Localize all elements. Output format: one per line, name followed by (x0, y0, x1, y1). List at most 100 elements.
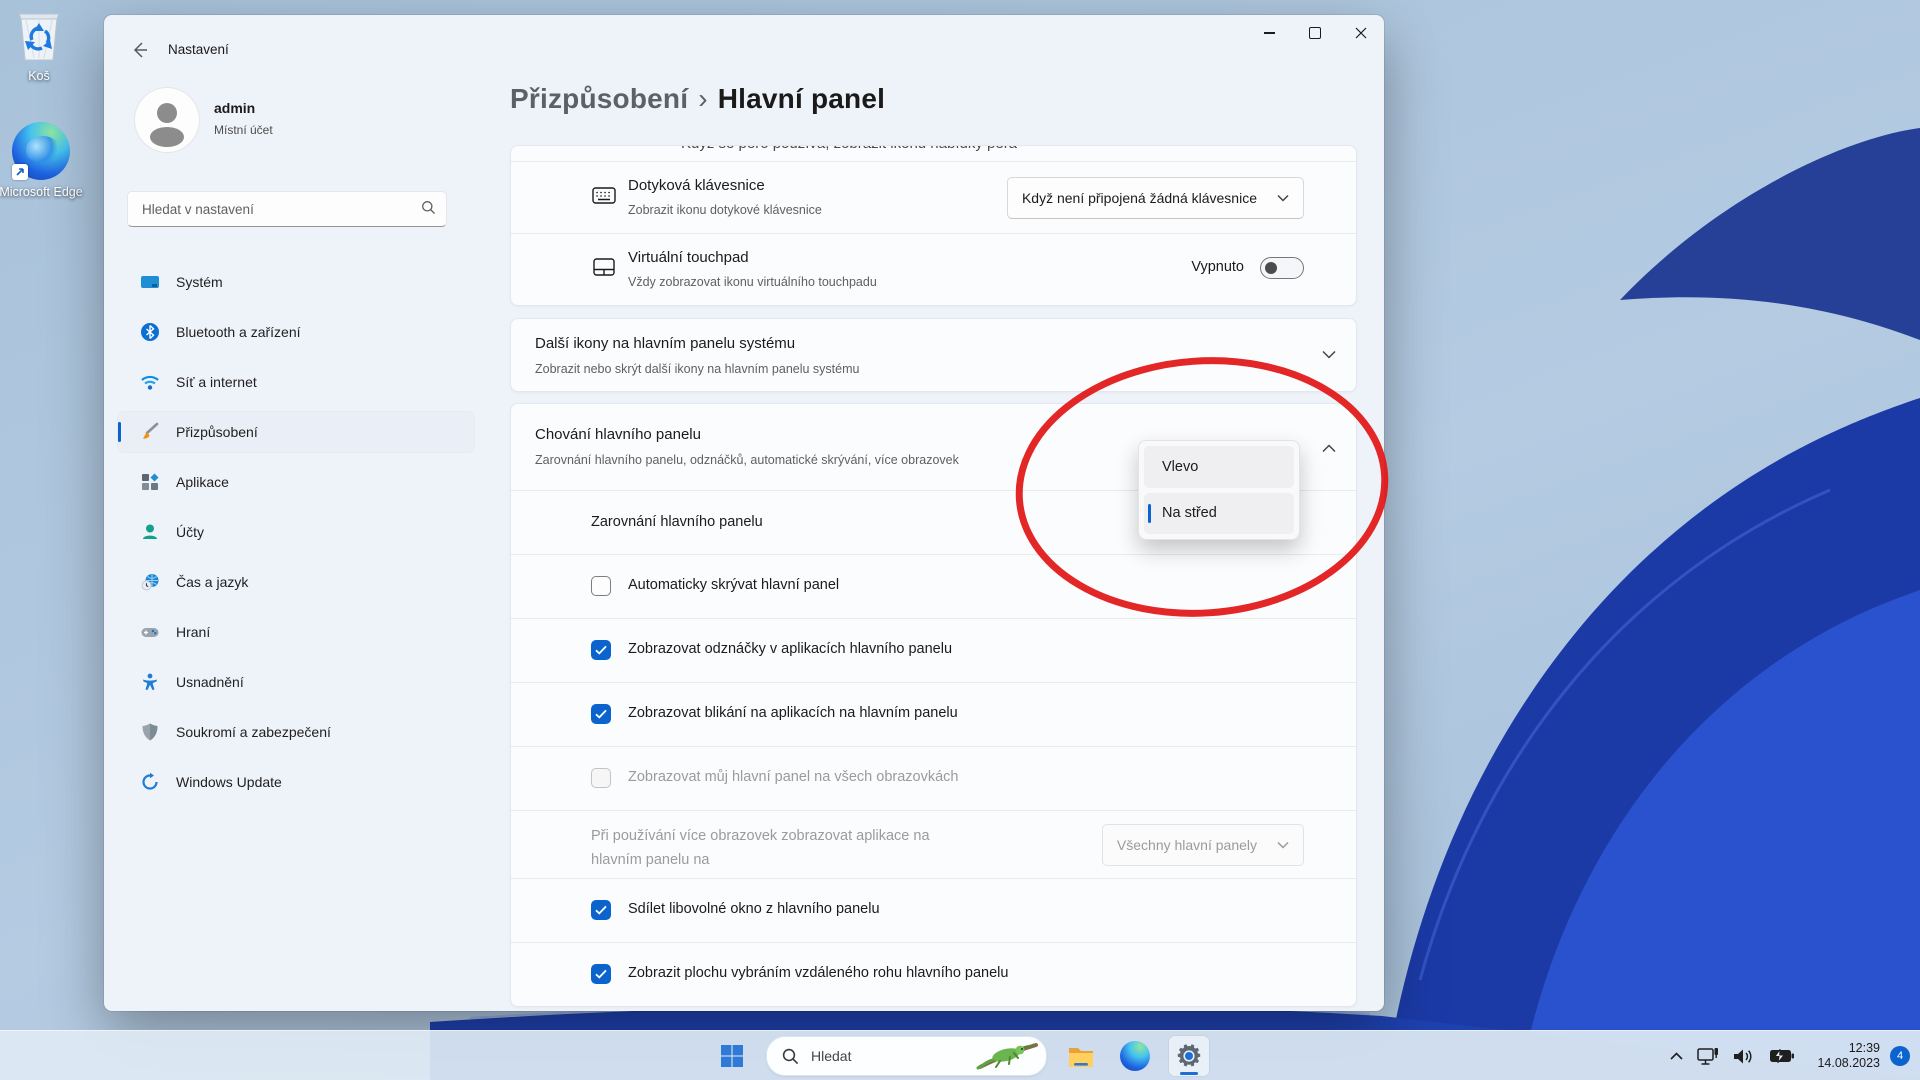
sidebar-item-personalization[interactable]: Přizpůsobení (118, 412, 474, 452)
edge-logo-icon (12, 122, 70, 180)
start-button[interactable] (712, 1036, 752, 1076)
chevron-up-icon[interactable] (1322, 444, 1336, 453)
system-tray: 12:39 14.08.2023 4 (1656, 1031, 1910, 1080)
settings-search-box[interactable] (127, 191, 447, 227)
recycle-bin-icon (14, 10, 64, 64)
sidebar-item-privacy[interactable]: Soukromí a zabezpečení (118, 712, 474, 752)
sidebar-item-label: Účty (176, 524, 204, 540)
search-icon (422, 201, 436, 215)
taskbar: 12:39 14.08.2023 4 (0, 1030, 1920, 1080)
sidebar-item-label: Čas a jazyk (176, 574, 249, 590)
paintbrush-icon (143, 422, 159, 439)
window-controls (1246, 15, 1384, 51)
sidebar-item-time-language[interactable]: Čas a jazyk (118, 562, 474, 602)
tray-time: 12:39 (1848, 1041, 1880, 1055)
minimize-button[interactable] (1246, 15, 1292, 51)
tray-date: 14.08.2023 (1817, 1056, 1880, 1070)
sidebar-item-label: Systém (176, 274, 223, 290)
checkbox-label: Zobrazovat blikání na aplikacích na hlav… (628, 705, 958, 721)
check-icon (595, 645, 607, 655)
chevron-down-icon (1277, 841, 1289, 849)
taskbar-search-box[interactable] (766, 1036, 1047, 1076)
network-display-icon[interactable] (1697, 1047, 1719, 1066)
card-system-tray-icons[interactable]: Další ikony na hlavním panelu systému Zo… (510, 318, 1357, 392)
checkbox-label: Zobrazovat můj hlavní panel na všech obr… (628, 769, 959, 785)
sidebar-item-label: Soukromí a zabezpečení (176, 724, 331, 740)
sidebar-item-label: Aplikace (176, 474, 229, 490)
desktop: Koš Microsoft Edge Nastavení admin Místn… (0, 0, 1920, 1080)
toggle-knob (1265, 262, 1277, 274)
popup-option-center[interactable]: Na střed (1144, 492, 1294, 534)
window-title: Nastavení (168, 42, 229, 57)
settings-button-active[interactable] (1169, 1036, 1209, 1076)
sidebar-item-windows-update[interactable]: Windows Update (118, 762, 474, 802)
sidebar-item-gaming[interactable]: Hraní (118, 612, 474, 652)
breadcrumb-separator: › (698, 83, 708, 114)
person-icon (150, 103, 184, 147)
search-icon (782, 1048, 799, 1064)
breadcrumb-parent[interactable]: Přizpůsobení (510, 83, 688, 114)
sidebar-item-apps[interactable]: Aplikace (118, 462, 474, 502)
settings-search-input[interactable] (140, 192, 414, 226)
checkbox-flashing[interactable] (591, 704, 611, 724)
check-icon (595, 905, 607, 915)
desktop-icon-recycle-bin[interactable]: Koš (0, 10, 82, 85)
virtual-touchpad-icon (593, 258, 615, 276)
taskbar-search-input[interactable] (809, 1047, 943, 1065)
sidebar-item-accessibility[interactable]: Usnadnění (118, 662, 474, 702)
popup-option-left[interactable]: Vlevo (1144, 446, 1294, 488)
clock[interactable]: 12:39 14.08.2023 (1817, 1041, 1880, 1071)
sidebar-item-accounts[interactable]: Účty (118, 512, 474, 552)
edge-icon (1120, 1041, 1150, 1071)
maximize-button[interactable] (1292, 15, 1338, 51)
notification-count: 4 (1896, 1050, 1904, 1062)
row-subtitle: Zobrazit ikonu dotykové klávesnice (628, 203, 822, 217)
touch-keyboard-dropdown[interactable]: Když není připojená žádná klávesnice (1006, 177, 1304, 219)
multi-display-dropdown[interactable]: Všechny hlavní panely (1101, 824, 1304, 866)
alignment-dropdown-popup: Vlevo Na střed (1138, 440, 1300, 540)
toggle-state-label: Vypnuto (1191, 259, 1244, 275)
checkbox-label: Sdílet libovolné okno z hlavního panelu (628, 901, 880, 917)
battery-charging-icon[interactable] (1769, 1049, 1795, 1063)
check-icon (595, 709, 607, 719)
notification-badge[interactable]: 4 (1890, 1046, 1910, 1066)
apps-icon (142, 473, 159, 490)
avatar[interactable] (135, 88, 199, 152)
dropdown-value: Když není připojená žádná klávesnice (1021, 190, 1257, 206)
chevron-down-icon[interactable] (1322, 350, 1336, 359)
checkbox-share-window[interactable] (591, 900, 611, 920)
checkbox-label: Zobrazit plochu vybráním vzdáleného rohu… (628, 965, 1009, 981)
checkbox-all-displays[interactable] (591, 768, 611, 788)
alignment-row-label: Zarovnání hlavního panelu (591, 514, 763, 530)
checkbox-badges[interactable] (591, 640, 611, 660)
multi-display-label: Při používání více obrazovek zobrazovat … (591, 828, 930, 868)
virtual-touchpad-toggle[interactable] (1260, 257, 1304, 279)
sidebar-item-network[interactable]: Síť a internet (118, 362, 474, 402)
tray-chevron-up-icon[interactable] (1670, 1051, 1684, 1061)
search-highlight-gecko-image (976, 1043, 1038, 1070)
maximize-icon (1309, 27, 1321, 39)
breadcrumb: Přizpůsobení › Hlavní panel (510, 83, 885, 115)
section-subtitle: Zarovnání hlavního panelu, odznáčků, aut… (535, 453, 959, 467)
shortcut-arrow-icon (12, 164, 28, 180)
desktop-icon-edge[interactable]: Microsoft Edge (0, 122, 84, 201)
file-explorer-button[interactable] (1061, 1036, 1101, 1076)
edge-button[interactable] (1115, 1036, 1155, 1076)
desktop-icon-label: Koš (28, 69, 50, 83)
close-icon (1355, 27, 1367, 39)
row-title: Dotyková klávesnice (628, 177, 765, 194)
wifi-icon (141, 375, 159, 390)
close-button[interactable] (1338, 15, 1384, 51)
chevron-down-icon (1277, 194, 1289, 202)
check-icon (595, 969, 607, 979)
popup-option-label: Na střed (1162, 505, 1217, 522)
checkbox-peek-desktop[interactable] (591, 964, 611, 984)
row-title: Virtuální touchpad (628, 249, 749, 266)
sidebar-item-bluetooth[interactable]: Bluetooth a zařízení (118, 312, 474, 352)
checkbox-auto-hide[interactable] (591, 576, 611, 596)
account-icon (143, 524, 157, 539)
profile-account-type: Místní účet (214, 123, 273, 137)
sidebar-item-system[interactable]: Systém (118, 262, 474, 302)
volume-icon[interactable] (1733, 1048, 1755, 1065)
back-button[interactable] (126, 37, 152, 63)
